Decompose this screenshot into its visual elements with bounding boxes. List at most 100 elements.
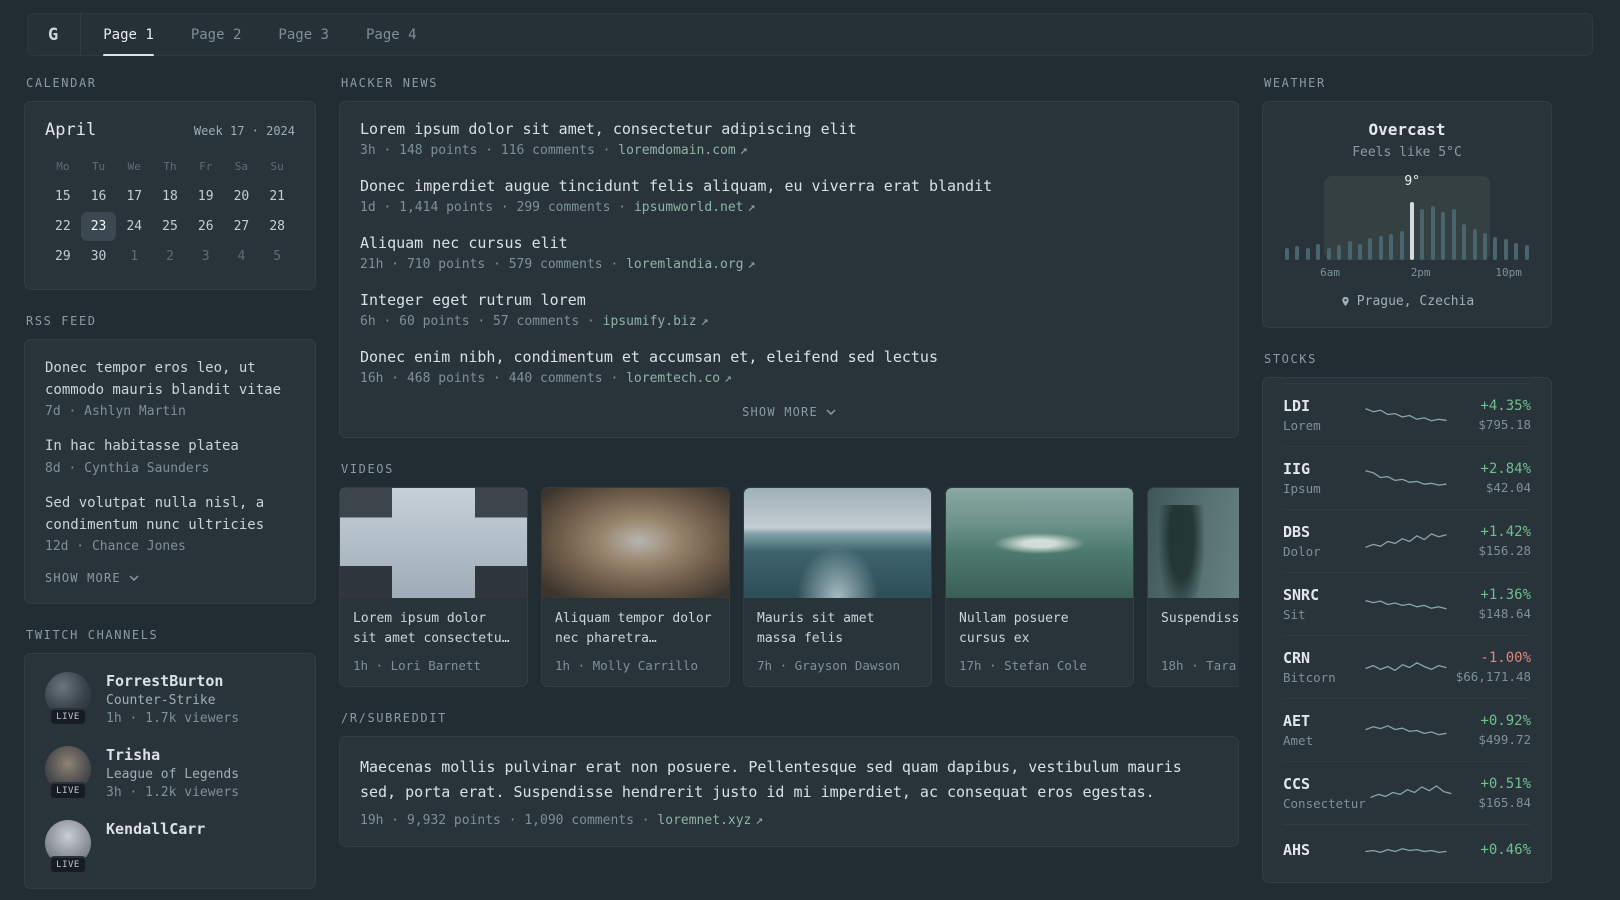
external-link-icon: ↗ [747, 200, 756, 215]
video-title-link[interactable]: Lorem ipsum dolor sit amet consectetu… [353, 609, 514, 648]
hn-domain-link[interactable]: loremtech.co ↗ [626, 371, 732, 386]
twitch-channel-meta: 3h · 1.2k viewers [106, 785, 240, 801]
weather-widget: WEATHER Overcast Feels like 5°C 9° 6am 2… [1262, 76, 1552, 328]
stock-identity: CCS Consectetur [1283, 775, 1366, 811]
stock-identity: SNRC Sit [1283, 586, 1361, 622]
hackernews-show-more-button[interactable]: SHOW MORE [360, 405, 1218, 419]
subreddit-post-title-link[interactable]: Maecenas mollis pulvinar erat non posuer… [360, 755, 1218, 805]
page-tab[interactable]: Page 2 [191, 14, 242, 55]
video-card[interactable]: Suspendisse diam 18h · Tara [1147, 487, 1239, 687]
stock-change: +4.35% [1480, 398, 1531, 414]
twitch-channel-row[interactable]: LIVE Trisha League of Legends 3h · 1.2k … [45, 746, 295, 801]
video-title-link[interactable]: Mauris sit amet massa felis [757, 609, 918, 648]
subreddit-domain-link[interactable]: loremnet.xyz ↗ [657, 813, 763, 828]
stock-identity: IIG Ipsum [1283, 460, 1361, 496]
app-logo[interactable]: G [34, 14, 82, 55]
video-title-link[interactable]: Suspendisse diam [1161, 609, 1239, 629]
hn-title-link[interactable]: Lorem ipsum dolor sit amet, consectetur … [360, 120, 1218, 138]
rss-title-link[interactable]: Sed volutpat nulla nisl, a condimentum n… [45, 493, 295, 536]
video-thumbnail[interactable] [542, 488, 729, 598]
twitch-channel-info: KendallCarr [106, 820, 205, 841]
rss-meta: 12d · Chance Jones [45, 539, 186, 555]
hn-item: Integer eget rutrum lorem 6h · 60 points… [360, 291, 1218, 329]
twitch-channel-list: LIVE ForrestBurton Counter-Strike 1h · 1… [45, 672, 295, 875]
stock-sparkline [1365, 662, 1447, 672]
video-thumbnail[interactable] [340, 488, 527, 598]
hn-domain-link[interactable]: ipsumworld.net ↗ [634, 200, 755, 215]
stock-sparkline [1365, 848, 1447, 854]
weather-time-label: 10pm [1495, 266, 1522, 279]
middle-column: HACKER NEWS Lorem ipsum dolor sit amet, … [339, 76, 1239, 871]
stock-price: $66,171.48 [1455, 669, 1531, 684]
calendar-day: 16 [90, 189, 107, 204]
video-thumbnail[interactable] [1148, 488, 1239, 598]
external-link-icon: ↗ [755, 812, 764, 828]
twitch-channel-row[interactable]: LIVE ForrestBurton Counter-Strike 1h · 1… [45, 672, 295, 727]
calendar-weekday: Tu [91, 160, 106, 173]
stock-identity: DBS Dolor [1283, 523, 1361, 559]
hn-domain-link[interactable]: loremlandia.org ↗ [626, 257, 755, 272]
rss-widget: RSS FEED Donec tempor eros leo, ut commo… [24, 314, 316, 605]
calendar-weekday: Fr [199, 160, 213, 173]
rss-show-more-button[interactable]: SHOW MORE [45, 571, 295, 585]
stock-sparkline [1365, 533, 1447, 548]
calendar-day: 1 [130, 249, 139, 264]
rss-title-link[interactable]: In hac habitasse platea [45, 436, 295, 458]
subreddit-post-list: Maecenas mollis pulvinar erat non posuer… [360, 755, 1218, 828]
hn-stats: 6h · 60 points · 57 comments · [360, 314, 603, 329]
stocks-widget: STOCKS LDI Lorem +4.35% $795.18 IIG Ipsu… [1262, 352, 1552, 883]
videos-section-title: VIDEOS [341, 462, 394, 476]
twitch-channel-name[interactable]: KendallCarr [106, 820, 205, 838]
hn-title-link[interactable]: Donec enim nibh, condimentum et accumsan… [360, 348, 1218, 366]
page-tabs: Page 1 Page 2 Page 3 Page 4 [103, 14, 453, 56]
external-link-icon: ↗ [739, 143, 748, 158]
twitch-avatar-wrap: LIVE [45, 746, 91, 801]
hn-domain-link[interactable]: ipsumify.biz ↗ [603, 314, 709, 329]
video-title-link[interactable]: Aliquam tempor dolor nec pharetra… [555, 609, 716, 648]
videos-widget: VIDEOS Lorem ipsum dolor sit amet consec… [339, 462, 1239, 687]
hn-title-link[interactable]: Donec imperdiet augue tincidunt felis al… [360, 177, 1218, 195]
video-title-link[interactable]: Nullam posuere cursus ex [959, 609, 1120, 648]
twitch-channel-name[interactable]: ForrestBurton [106, 672, 239, 690]
video-body: Lorem ipsum dolor sit amet consectetu… 1… [340, 598, 527, 686]
stock-identity: AHS [1283, 841, 1361, 862]
video-card[interactable]: Nullam posuere cursus ex 17h · Stefan Co… [945, 487, 1134, 687]
video-thumbnail[interactable] [946, 488, 1133, 598]
stock-sparkline [1365, 725, 1447, 736]
video-card[interactable]: Aliquam tempor dolor nec pharetra… 1h · … [541, 487, 730, 687]
external-link-icon: ↗ [700, 314, 709, 329]
twitch-channel-row[interactable]: LIVE KendallCarr [45, 820, 295, 875]
stock-symbol: AET [1283, 712, 1311, 730]
stock-values: +1.36% $148.64 [1451, 587, 1531, 621]
page-tab[interactable]: Page 3 [278, 14, 329, 55]
hn-item: Lorem ipsum dolor sit amet, consectetur … [360, 120, 1218, 158]
video-card[interactable]: Mauris sit amet massa felis 7h · Grayson… [743, 487, 932, 687]
stock-change: +1.36% [1480, 587, 1531, 603]
page-tab[interactable]: Page 1 [103, 14, 154, 56]
hn-title-link[interactable]: Integer eget rutrum lorem [360, 291, 1218, 309]
weather-time-axis: 6am 2pm 10pm [1283, 266, 1531, 281]
rss-title-link[interactable]: Donec tempor eros leo, ut commodo mauris… [45, 358, 295, 401]
twitch-channel-name[interactable]: Trisha [106, 746, 239, 764]
stock-sparkline [1365, 600, 1447, 610]
video-meta: 7h · Grayson Dawson [757, 658, 900, 673]
stock-row: AHS +0.46% [1283, 824, 1531, 877]
calendar-day: 26 [197, 219, 214, 234]
video-card[interactable]: Lorem ipsum dolor sit amet consectetu… 1… [339, 487, 528, 687]
hn-domain-link[interactable]: loremdomain.com ↗ [618, 143, 747, 158]
subreddit-domain-text: loremnet.xyz [657, 812, 752, 828]
calendar-section-title: CALENDAR [26, 76, 97, 90]
calendar-day: 3 [201, 249, 210, 264]
hackernews-list: Lorem ipsum dolor sit amet, consectetur … [360, 120, 1218, 386]
weather-condition: Overcast [1368, 120, 1446, 139]
page-tab[interactable]: Page 4 [366, 14, 417, 55]
stock-symbol: LDI [1283, 397, 1311, 415]
video-thumbnail[interactable] [744, 488, 931, 598]
hn-domain-text: loremlandia.org [626, 257, 744, 272]
rss-item: Donec tempor eros leo, ut commodo mauris… [45, 358, 295, 419]
weather-location-text: Prague, Czechia [1356, 294, 1475, 309]
hn-domain-text: ipsumify.biz [602, 314, 697, 329]
hn-title-link[interactable]: Aliquam nec cursus elit [360, 234, 1218, 252]
subreddit-post-stats: 19h · 9,932 points · 1,090 comments · [360, 812, 658, 828]
stock-row: DBS Dolor +1.42% $156.28 [1283, 509, 1531, 572]
